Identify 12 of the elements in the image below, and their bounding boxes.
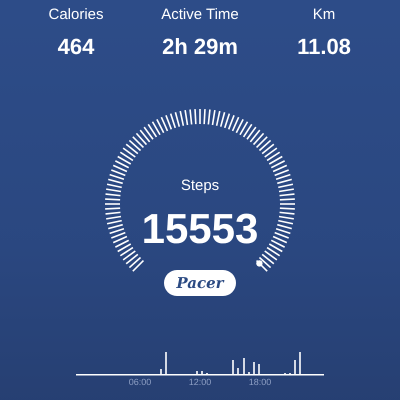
steps-label: Steps	[180, 177, 220, 195]
stat-label: Calories	[48, 6, 104, 24]
stat-value: 11.08	[297, 33, 351, 61]
stat-value: 2h 29m	[162, 33, 238, 61]
time-label: 18:00	[248, 376, 272, 388]
stat-value: 464	[58, 33, 94, 61]
time-label: 06:00	[128, 376, 152, 388]
logo: Pacer	[164, 270, 236, 296]
time-label: 12:00	[188, 376, 212, 388]
step-count: 15553	[142, 206, 258, 252]
stat-label: Km	[312, 6, 336, 24]
stat-label: Active Time	[161, 6, 239, 24]
